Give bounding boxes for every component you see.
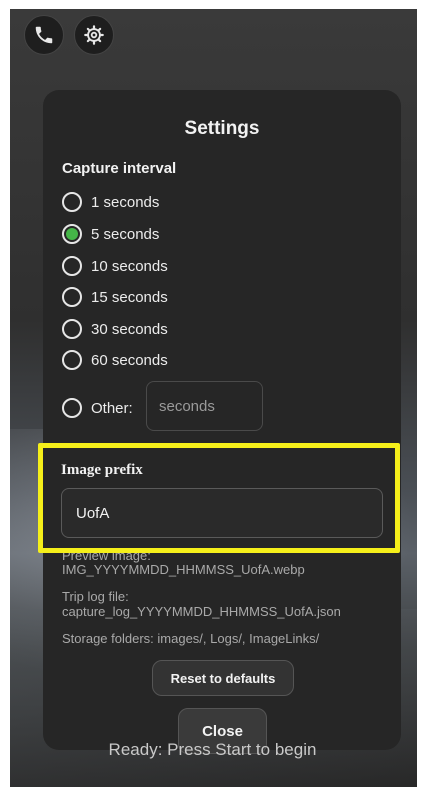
image-prefix-input[interactable] (61, 488, 383, 538)
radio-label: 30 seconds (91, 320, 168, 338)
radio-label: 10 seconds (91, 257, 168, 275)
call-button[interactable] (24, 15, 64, 55)
preview-image-value: IMG_YYYYMMDD_HHMMSS_UofA.webp (62, 562, 305, 577)
settings-button[interactable] (74, 15, 114, 55)
radio-option-60-seconds[interactable]: 60 seconds (62, 348, 168, 372)
radio-button[interactable] (62, 350, 82, 370)
dialog-title: Settings (184, 118, 260, 139)
radio-label: 5 seconds (91, 225, 160, 243)
other-seconds-input[interactable] (146, 381, 263, 431)
radio-button[interactable] (62, 287, 82, 307)
radio-option-other[interactable]: Other: (62, 396, 133, 420)
radio-option-30-seconds[interactable]: 30 seconds (62, 317, 168, 341)
image-prefix-section: Image prefix (38, 443, 400, 553)
trip-log-label: Trip log file: (62, 589, 129, 604)
radio-option-15-seconds[interactable]: 15 seconds (62, 285, 168, 309)
capture-interval-label: Capture interval (62, 160, 177, 177)
radio-label: 15 seconds (91, 288, 168, 306)
storage-folders-text: Storage folders: images/, Logs/, ImageLi… (62, 631, 320, 646)
phone-icon (35, 26, 53, 44)
reset-defaults-button[interactable]: Reset to defaults (152, 660, 294, 696)
radio-button[interactable] (62, 319, 82, 339)
radio-button[interactable] (62, 398, 82, 418)
status-text: Ready: Press Start to begin (108, 740, 317, 759)
radio-option-10-seconds[interactable]: 10 seconds (62, 254, 168, 278)
trip-log-value: capture_log_YYYYMMDD_HHMMSS_UofA.json (62, 604, 341, 619)
image-prefix-label: Image prefix (61, 462, 143, 478)
radio-option-5-seconds[interactable]: 5 seconds (62, 222, 159, 246)
gear-icon (84, 25, 104, 45)
radio-button-selected[interactable] (62, 224, 82, 244)
settings-dialog: Settings Capture interval 1 seconds 5 se… (43, 90, 401, 754)
radio-label: Other: (91, 399, 133, 417)
radio-button[interactable] (62, 256, 82, 276)
radio-option-1-seconds[interactable]: 1 seconds (62, 190, 159, 214)
radio-button[interactable] (62, 192, 82, 212)
radio-label: 1 seconds (91, 193, 160, 211)
radio-label: 60 seconds (91, 351, 168, 369)
